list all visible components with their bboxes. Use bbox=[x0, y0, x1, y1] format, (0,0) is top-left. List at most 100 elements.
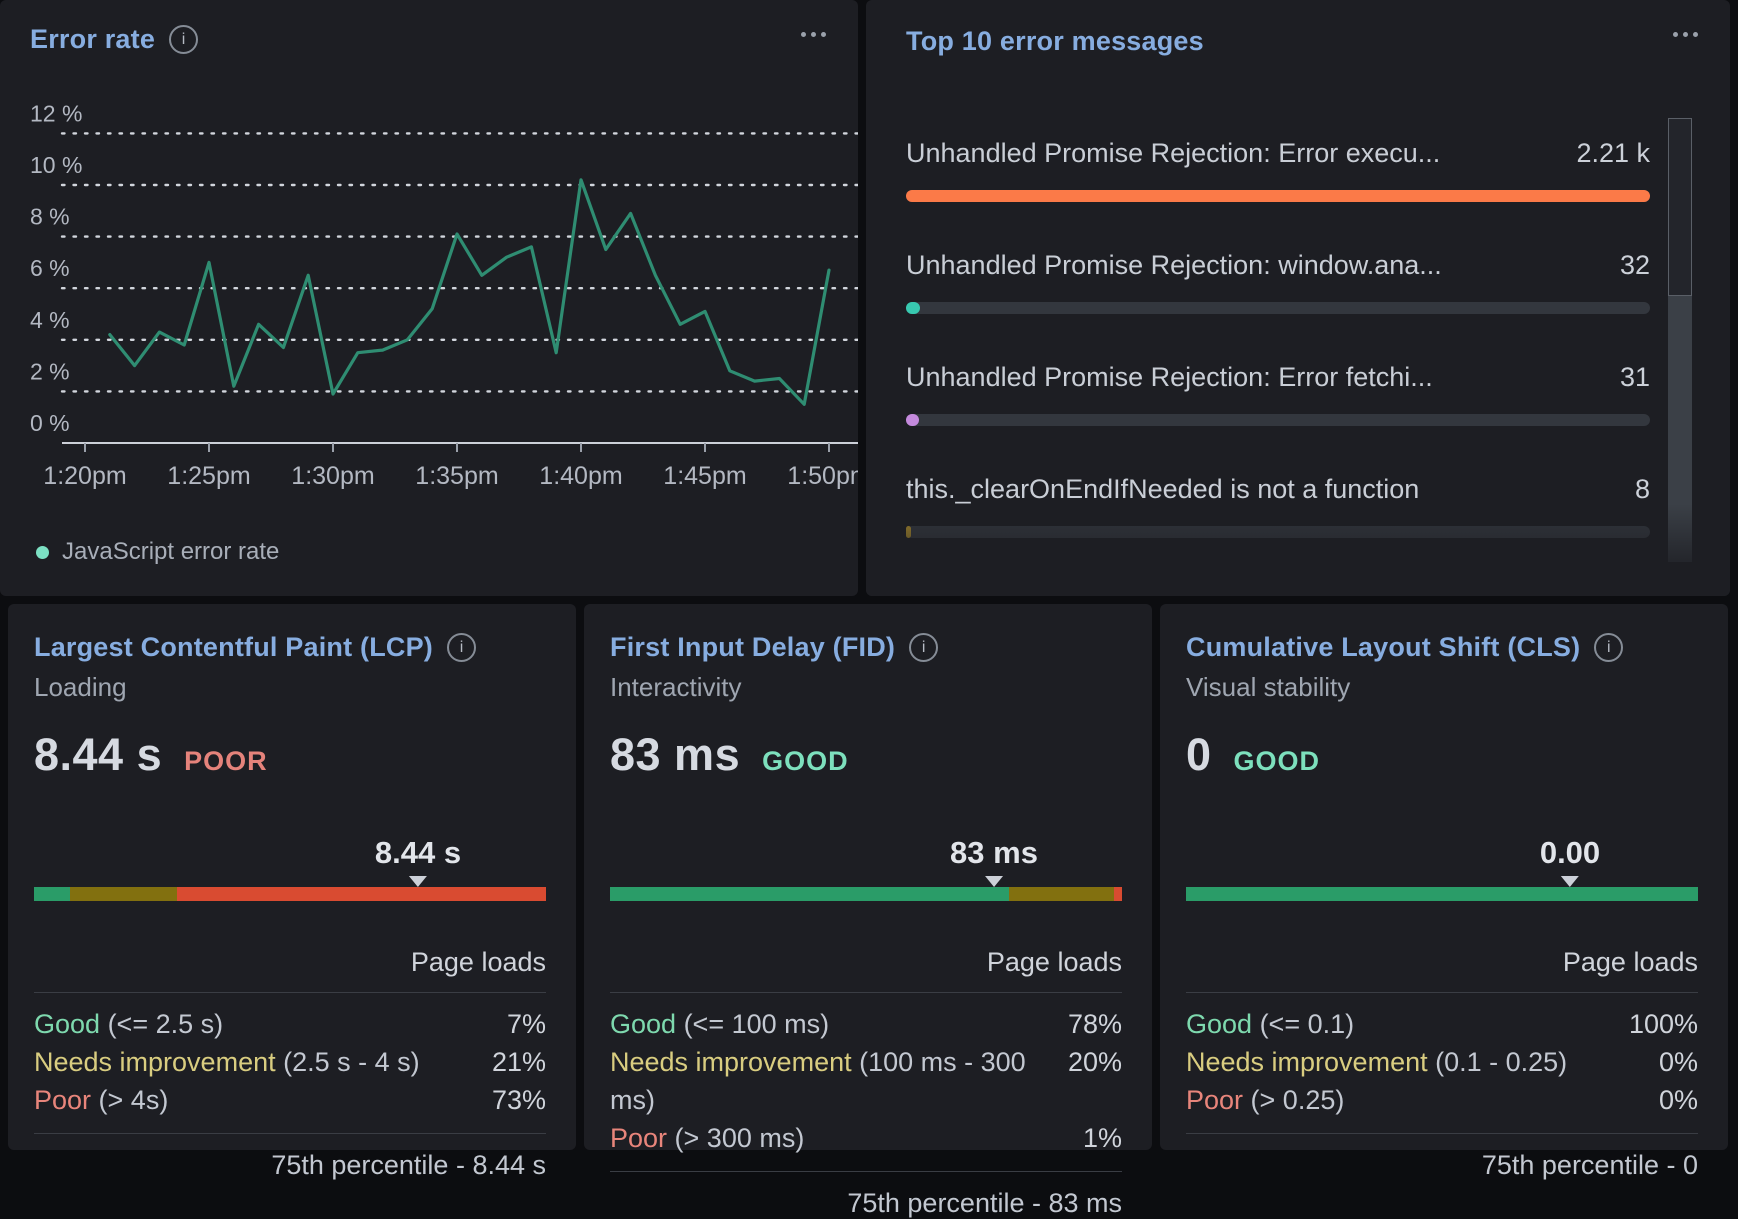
scrollbar-thumb[interactable] bbox=[1668, 118, 1692, 296]
error-bar-track bbox=[906, 302, 1650, 314]
error-bar-fill bbox=[906, 190, 1650, 202]
error-message-text: Unhandled Promise Rejection: window.ana.… bbox=[906, 248, 1442, 282]
percentile-summary: 75th percentile - 0 bbox=[1186, 1150, 1698, 1181]
vital-subtitle: Visual stability bbox=[1186, 672, 1698, 703]
error-bar-track bbox=[906, 526, 1650, 538]
error-rate-line-chart[interactable]: 0 %2 %4 %6 %8 %10 %12 %1:20pm1:25pm1:30p… bbox=[12, 86, 858, 516]
marker-triangle-icon bbox=[409, 876, 427, 887]
panel-menu-ellipsis-icon[interactable] bbox=[801, 32, 826, 37]
page-loads-label: Page loads bbox=[34, 947, 546, 978]
percentile-marker-label: 0.00 bbox=[1540, 835, 1600, 871]
threshold-range: (0.1 - 0.25) bbox=[1435, 1047, 1567, 1077]
threshold-keyword: Good bbox=[610, 1009, 684, 1039]
threshold-row: Poor (> 0.25)0% bbox=[1186, 1081, 1698, 1119]
vital-title: Largest Contentful Paint (LCP) bbox=[34, 632, 433, 663]
y-axis-label: 6 % bbox=[30, 255, 70, 281]
x-axis-label: 1:30pm bbox=[291, 462, 374, 490]
error-message-row[interactable]: Unhandled Promise Rejection: Error execu… bbox=[906, 136, 1650, 202]
threshold-row: Poor (> 4s)73% bbox=[34, 1081, 546, 1119]
bar-segment-olive bbox=[70, 887, 178, 901]
threshold-keyword: Good bbox=[34, 1009, 108, 1039]
threshold-value: 20% bbox=[1068, 1043, 1122, 1119]
threshold-row: Needs improvement (0.1 - 0.25)0% bbox=[1186, 1043, 1698, 1081]
percentile-marker-label: 83 ms bbox=[950, 835, 1038, 871]
cls-panel: Cumulative Layout Shift (CLS) i Visual s… bbox=[1160, 604, 1728, 1150]
error-bar-track bbox=[906, 190, 1650, 202]
threshold-value: 73% bbox=[492, 1081, 546, 1119]
error-message-row[interactable]: Unhandled Promise Rejection: window.ana.… bbox=[906, 248, 1650, 314]
threshold-range: (> 0.25) bbox=[1251, 1085, 1345, 1115]
threshold-range: (<= 0.1) bbox=[1260, 1009, 1355, 1039]
threshold-value: 0% bbox=[1659, 1081, 1698, 1119]
percentile-marker-label: 8.44 s bbox=[375, 835, 461, 871]
fid-panel: First Input Delay (FID) i Interactivity … bbox=[584, 604, 1152, 1150]
top-error-messages-panel: Top 10 error messages Unhandled Promise … bbox=[866, 0, 1730, 596]
info-icon[interactable]: i bbox=[909, 633, 938, 662]
divider bbox=[1186, 1133, 1698, 1134]
threshold-value: 21% bbox=[492, 1043, 546, 1081]
error-count: 31 bbox=[1620, 360, 1650, 394]
threshold-rows: Good (<= 100 ms)78%Needs improvement (10… bbox=[610, 1005, 1122, 1157]
error-message-list: Unhandled Promise Rejection: Error execu… bbox=[906, 136, 1650, 584]
divider bbox=[1186, 992, 1698, 993]
percentile-marker: 0.00 bbox=[1540, 835, 1600, 887]
bar-segment-red bbox=[177, 887, 546, 901]
threshold-value: 78% bbox=[1068, 1005, 1122, 1043]
percentile-summary: 75th percentile - 8.44 s bbox=[34, 1150, 546, 1181]
error-message-text: Unhandled Promise Rejection: Error execu… bbox=[906, 136, 1440, 170]
threshold-value: 0% bbox=[1659, 1043, 1698, 1081]
threshold-range: (2.5 s - 4 s) bbox=[283, 1047, 420, 1077]
threshold-rows: Good (<= 0.1)100%Needs improvement (0.1 … bbox=[1186, 1005, 1698, 1119]
vital-value: 83 ms bbox=[610, 729, 740, 781]
threshold-row: Good (<= 100 ms)78% bbox=[610, 1005, 1122, 1043]
vital-value: 8.44 s bbox=[34, 729, 162, 781]
panel-menu-ellipsis-icon[interactable] bbox=[1673, 32, 1698, 37]
error-rate-title: Error rate bbox=[30, 24, 155, 55]
bar-segment-green bbox=[34, 887, 70, 901]
legend-label: JavaScript error rate bbox=[62, 538, 279, 566]
info-icon[interactable]: i bbox=[1594, 633, 1623, 662]
threshold-value: 1% bbox=[1083, 1119, 1122, 1157]
bar-segment-red bbox=[1114, 887, 1122, 901]
threshold-keyword: Needs improvement bbox=[34, 1047, 283, 1077]
marker-triangle-icon bbox=[1561, 876, 1579, 887]
threshold-row: Good (<= 0.1)100% bbox=[1186, 1005, 1698, 1043]
y-axis-label: 12 % bbox=[30, 100, 82, 126]
error-message-row[interactable]: this._clearOnEndIfNeeded is not a functi… bbox=[906, 472, 1650, 538]
scrollbar[interactable] bbox=[1668, 118, 1692, 562]
legend-item-js-error-rate[interactable]: JavaScript error rate bbox=[36, 538, 279, 566]
y-axis-label: 2 % bbox=[30, 358, 70, 384]
vital-status-badge: POOR bbox=[184, 746, 268, 777]
threshold-row: Good (<= 2.5 s)7% bbox=[34, 1005, 546, 1043]
top-errors-header: Top 10 error messages bbox=[906, 26, 1204, 57]
distribution-bar[interactable] bbox=[610, 887, 1122, 901]
error-bar-fill bbox=[906, 526, 911, 538]
threshold-keyword: Needs improvement bbox=[610, 1047, 859, 1077]
distribution-bar[interactable] bbox=[1186, 887, 1698, 901]
distribution-bar[interactable] bbox=[34, 887, 546, 901]
error-rate-header: Error rate i bbox=[30, 24, 198, 55]
lcp-panel: Largest Contentful Paint (LCP) i Loading… bbox=[8, 604, 576, 1150]
divider bbox=[34, 1133, 546, 1134]
x-axis-label: 1:25pm bbox=[167, 462, 250, 490]
divider bbox=[610, 992, 1122, 993]
error-bar-fill bbox=[906, 302, 920, 314]
threshold-range: (<= 2.5 s) bbox=[108, 1009, 224, 1039]
info-icon[interactable]: i bbox=[447, 633, 476, 662]
error-bar-fill bbox=[906, 414, 919, 426]
percentile-marker: 83 ms bbox=[950, 835, 1038, 887]
threshold-range: (> 300 ms) bbox=[675, 1123, 805, 1153]
error-message-row[interactable]: Unhandled Promise Rejection: Error fetch… bbox=[906, 360, 1650, 426]
vital-status-badge: GOOD bbox=[1234, 746, 1321, 777]
error-rate-panel: Error rate i 0 %2 %4 %6 %8 %10 %12 %1:20… bbox=[0, 0, 858, 596]
x-axis-label: 1:40pm bbox=[539, 462, 622, 490]
x-axis-label: 1:45pm bbox=[663, 462, 746, 490]
info-icon[interactable]: i bbox=[169, 25, 198, 54]
error-message-text: Unhandled Promise Rejection: Error fetch… bbox=[906, 360, 1433, 394]
error-bar-track bbox=[906, 414, 1650, 426]
error-count: 2.21 k bbox=[1576, 136, 1650, 170]
bar-segment-green bbox=[1186, 887, 1698, 901]
vital-value: 0 bbox=[1186, 729, 1212, 781]
y-axis-label: 10 % bbox=[30, 152, 82, 178]
legend-dot-icon bbox=[36, 546, 49, 559]
